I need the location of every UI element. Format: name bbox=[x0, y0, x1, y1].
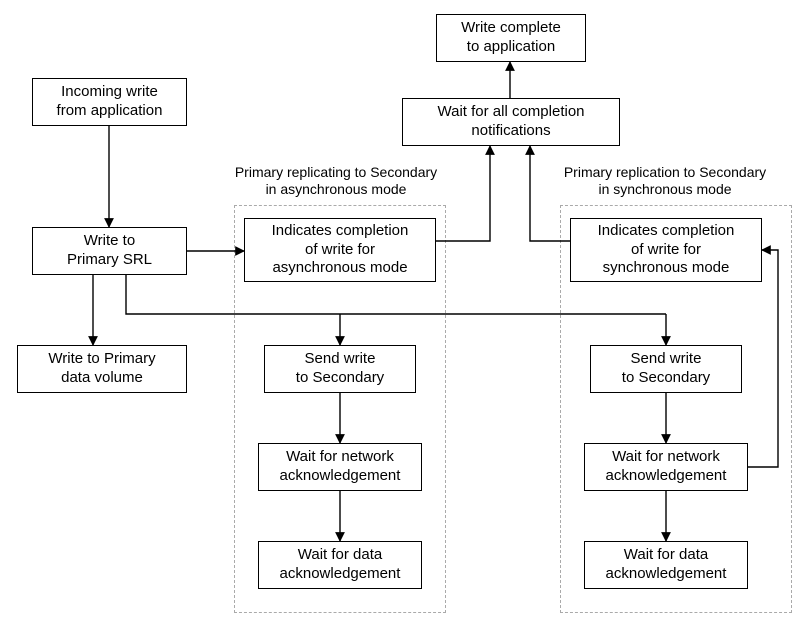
node-data-volume: Write to Primarydata volume bbox=[17, 345, 187, 393]
node-async-data: Wait for dataacknowledgement bbox=[258, 541, 422, 589]
node-async-net: Wait for networkacknowledgement bbox=[258, 443, 422, 491]
sync-label: Primary replication to Secondaryin synch… bbox=[530, 164, 800, 198]
node-sync-send: Send writeto Secondary bbox=[590, 345, 742, 393]
flow-diagram: Primary replicating to Secondaryin async… bbox=[0, 0, 807, 619]
node-async-complete: Indicates completionof write forasynchro… bbox=[244, 218, 436, 282]
node-incoming: Incoming writefrom application bbox=[32, 78, 187, 126]
node-async-send: Send writeto Secondary bbox=[264, 345, 416, 393]
node-primary-srl: Write toPrimary SRL bbox=[32, 227, 187, 275]
node-sync-data: Wait for dataacknowledgement bbox=[584, 541, 748, 589]
async-label: Primary replicating to Secondaryin async… bbox=[196, 164, 476, 198]
node-wait-all: Wait for all completionnotifications bbox=[402, 98, 620, 146]
node-write-done: Write completeto application bbox=[436, 14, 586, 62]
node-sync-complete: Indicates completionof write forsynchron… bbox=[570, 218, 762, 282]
node-sync-net: Wait for networkacknowledgement bbox=[584, 443, 748, 491]
